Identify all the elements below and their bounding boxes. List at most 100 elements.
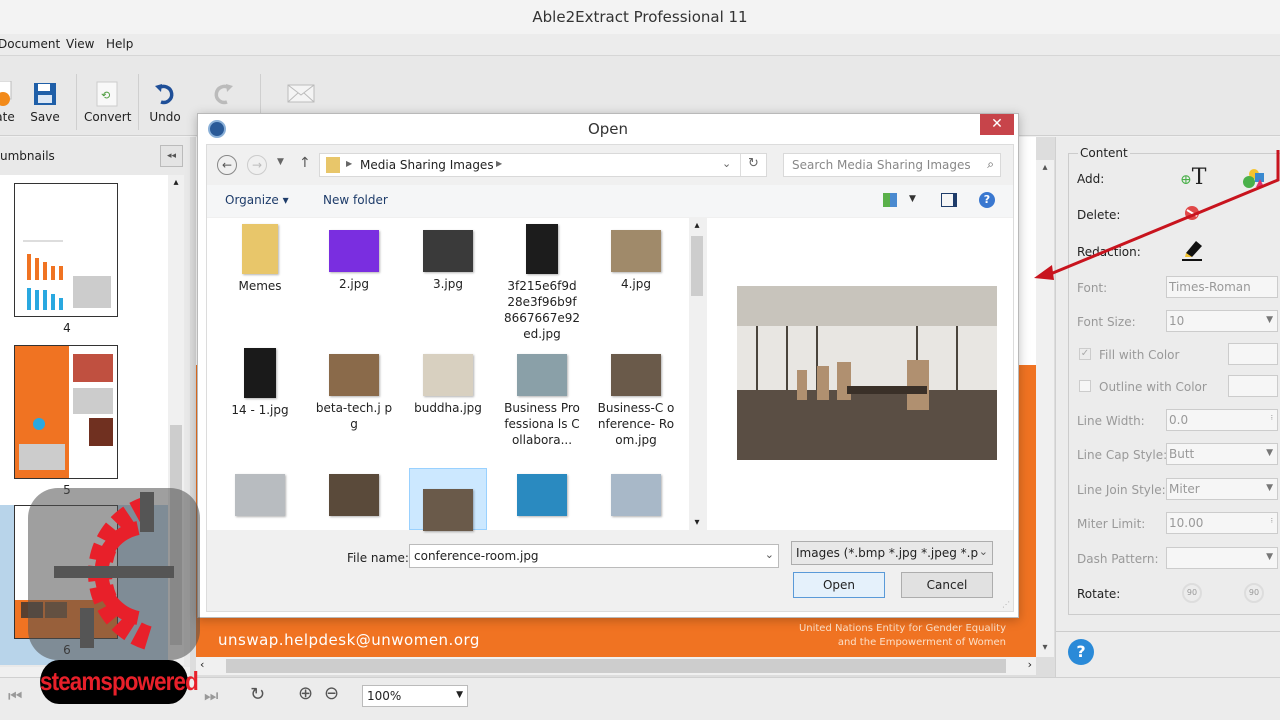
forward-button[interactable]: → bbox=[247, 155, 267, 175]
thumbnail-page-4[interactable] bbox=[14, 183, 118, 317]
search-input[interactable]: Search Media Sharing Images ⌕ bbox=[783, 153, 1001, 177]
up-folder-button[interactable]: ↑ bbox=[299, 155, 311, 171]
preview-pane bbox=[707, 218, 1013, 530]
folder-item[interactable]: Memes bbox=[221, 224, 299, 294]
refresh-icon[interactable]: ↻ bbox=[748, 156, 759, 171]
menu-view[interactable]: View bbox=[66, 37, 94, 51]
scroll-down-icon[interactable]: ▾ bbox=[689, 517, 705, 528]
file-item[interactable]: 2.jpg bbox=[315, 224, 393, 292]
first-page-icon[interactable]: ⏮ bbox=[8, 686, 22, 706]
add-text-icon[interactable]: ⊕T bbox=[1180, 165, 1206, 190]
outline-color-swatch[interactable] bbox=[1228, 375, 1278, 397]
scroll-up-icon[interactable]: ▴ bbox=[168, 177, 184, 188]
file-item[interactable]: beta-tech.j pg bbox=[315, 348, 393, 432]
convert-icon: ⟲ bbox=[84, 78, 130, 110]
scroll-left-icon[interactable]: ‹ bbox=[200, 658, 204, 671]
convert-button[interactable]: ⟲ Convert bbox=[84, 78, 131, 124]
rotate-right-button[interactable]: 90 bbox=[1244, 583, 1264, 603]
image-thumbnail bbox=[329, 474, 379, 516]
add-shape-icon[interactable] bbox=[1242, 167, 1266, 192]
open-button[interactable]: Open bbox=[793, 572, 885, 598]
fill-color-checkbox[interactable]: ✓ bbox=[1079, 348, 1091, 360]
scroll-up-icon[interactable]: ▴ bbox=[1036, 162, 1054, 173]
preview-pane-icon[interactable] bbox=[941, 193, 957, 207]
undo-label: Undo bbox=[149, 110, 181, 124]
rotate-icon[interactable]: ↻ bbox=[250, 684, 265, 705]
cancel-button[interactable]: Cancel bbox=[901, 572, 993, 598]
save-button[interactable]: Save bbox=[28, 78, 62, 124]
file-item[interactable]: 14 - 1.jpg bbox=[221, 348, 299, 418]
file-name-input[interactable]: conference-room.jpg ⌄ bbox=[409, 544, 779, 568]
dialog-close-button[interactable]: ✕ bbox=[980, 114, 1014, 135]
back-button[interactable]: ← bbox=[217, 155, 237, 175]
collapse-panel-button[interactable]: ◂◂ bbox=[160, 145, 183, 167]
breadcrumb-folder[interactable]: Media Sharing Images bbox=[360, 158, 494, 172]
line-cap-select[interactable]: Butt ▼ bbox=[1166, 443, 1278, 465]
file-item[interactable] bbox=[503, 468, 581, 520]
create-button[interactable]: ate bbox=[0, 78, 18, 124]
file-item[interactable]: 3f215e6f9d 28e3f96b9f 8667667e92 ed.jpg bbox=[503, 224, 581, 342]
font-field[interactable]: Times-Roman bbox=[1166, 276, 1278, 298]
gear-icon bbox=[54, 492, 174, 650]
document-horizontal-scrollbar[interactable]: ‹ › bbox=[196, 657, 1036, 675]
undo-button[interactable]: Undo bbox=[146, 78, 184, 124]
redaction-label: Redaction: bbox=[1077, 245, 1141, 259]
file-item[interactable]: buddha.jpg bbox=[409, 348, 487, 416]
file-item[interactable] bbox=[597, 468, 675, 520]
font-size-label: Font Size: bbox=[1077, 315, 1136, 329]
file-item[interactable]: Business-C onference- Room.jpg bbox=[597, 348, 675, 448]
dialog-help-icon[interactable]: ? bbox=[979, 192, 995, 208]
file-item[interactable] bbox=[315, 468, 393, 520]
miter-limit-spinner[interactable]: 10.00 ⁝ bbox=[1166, 512, 1278, 534]
address-bar[interactable]: ▶ Media Sharing Images ▶ ⌄ ↻ bbox=[319, 153, 767, 177]
font-size-select[interactable]: 10 ▼ bbox=[1166, 310, 1278, 332]
change-view-icon[interactable] bbox=[883, 193, 897, 207]
thumbnails-header: umbnails ◂◂ bbox=[0, 137, 190, 173]
document-vertical-scrollbar[interactable]: ▴ ▾ bbox=[1036, 160, 1054, 657]
chevron-down-icon: ▼ bbox=[1266, 552, 1273, 562]
outline-color-checkbox[interactable] bbox=[1079, 380, 1091, 392]
new-folder-button[interactable]: New folder bbox=[323, 193, 388, 207]
line-width-spinner[interactable]: 0.0 ⁝ bbox=[1166, 409, 1278, 431]
scrollbar-thumb[interactable] bbox=[691, 236, 703, 296]
fill-color-swatch[interactable] bbox=[1228, 343, 1278, 365]
thumbnail-page-5[interactable] bbox=[14, 345, 118, 479]
file-item[interactable] bbox=[409, 468, 487, 531]
redaction-marker-icon[interactable] bbox=[1180, 237, 1204, 264]
menu-document[interactable]: Document bbox=[0, 37, 60, 51]
email-button[interactable] bbox=[286, 78, 316, 110]
toolbar-separator bbox=[138, 74, 139, 130]
help-icon[interactable]: ? bbox=[1068, 639, 1094, 665]
address-dropdown-icon[interactable]: ⌄ bbox=[722, 157, 731, 170]
scroll-right-icon[interactable]: › bbox=[1028, 658, 1032, 671]
view-options-icon[interactable]: ▼ bbox=[909, 194, 916, 204]
file-item[interactable] bbox=[221, 468, 299, 520]
zoom-in-icon[interactable]: ⊕ bbox=[298, 683, 313, 704]
svg-text:⟲: ⟲ bbox=[101, 89, 110, 102]
add-label: Add: bbox=[1077, 172, 1105, 186]
zoom-out-icon[interactable]: ⊖ bbox=[324, 683, 339, 704]
last-page-icon[interactable]: ⏭ bbox=[204, 686, 218, 706]
file-list-scrollbar[interactable]: ▴ ▾ bbox=[689, 218, 705, 530]
file-item[interactable]: 4.jpg bbox=[597, 224, 675, 292]
image-thumbnail bbox=[423, 354, 473, 396]
resize-grip-icon[interactable]: ⋰ bbox=[1002, 600, 1010, 609]
file-item[interactable]: 3.jpg bbox=[409, 224, 487, 292]
dash-pattern-select[interactable]: ▼ bbox=[1166, 547, 1278, 569]
delete-icon[interactable] bbox=[1184, 205, 1200, 224]
scroll-up-icon[interactable]: ▴ bbox=[689, 220, 705, 231]
file-item[interactable]: Business Professiona ls Collabora... bbox=[503, 348, 581, 448]
rotate-label: Rotate: bbox=[1077, 587, 1121, 601]
redo-button[interactable] bbox=[208, 78, 238, 110]
chevron-down-icon[interactable]: ⌄ bbox=[765, 548, 774, 561]
line-join-select[interactable]: Miter ▼ bbox=[1166, 478, 1278, 500]
zoom-select[interactable]: 100% ▼ bbox=[362, 685, 468, 707]
organize-menu[interactable]: Organize ▾ bbox=[225, 193, 289, 207]
recent-locations-icon[interactable]: ▼ bbox=[277, 157, 284, 167]
scroll-down-icon[interactable]: ▾ bbox=[1036, 642, 1054, 653]
breadcrumb-chevron-icon[interactable]: ▶ bbox=[496, 159, 502, 168]
rotate-left-button[interactable]: 90 bbox=[1182, 583, 1202, 603]
hscroll-thumb[interactable] bbox=[226, 659, 1006, 673]
menu-help[interactable]: Help bbox=[106, 37, 133, 51]
file-type-select[interactable]: Images (*.bmp *.jpg *.jpeg *.pn ⌄ bbox=[791, 541, 993, 565]
